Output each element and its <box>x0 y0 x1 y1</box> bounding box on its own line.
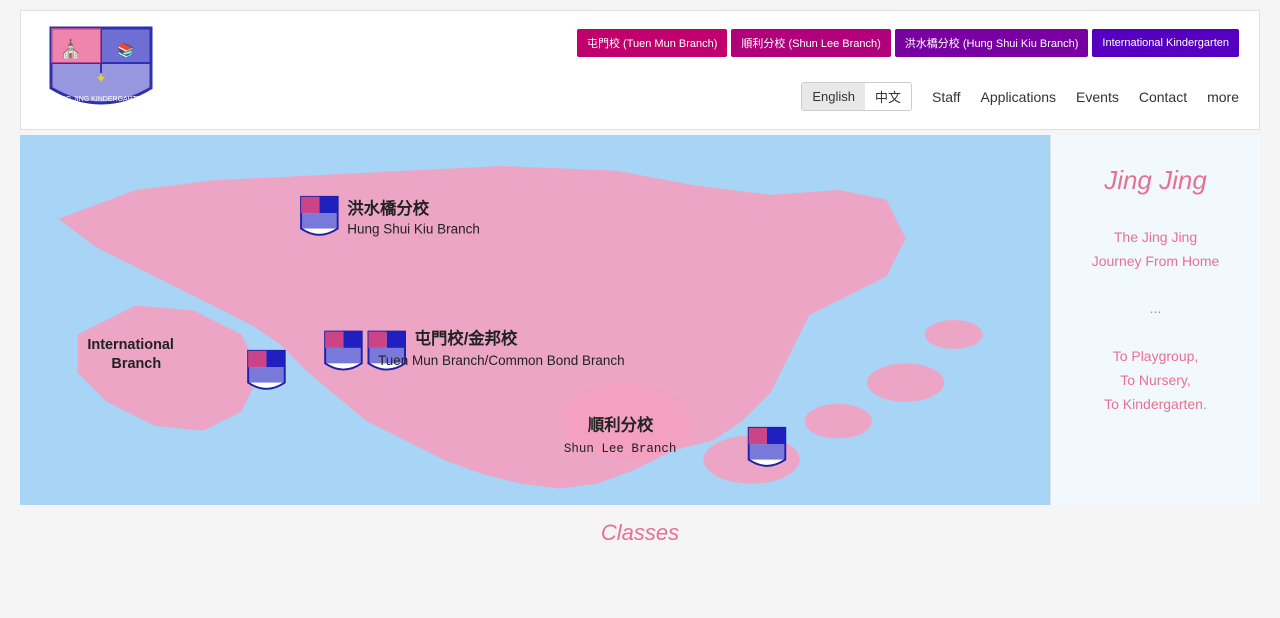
classes-title: Classes <box>15 520 1265 546</box>
logo-area: ⛪ 📚 JING JING KINDERGARTEN ✦ <box>41 23 301 118</box>
svg-text:順利分校: 順利分校 <box>588 416 654 435</box>
chinese-lang-button[interactable]: 中文 <box>865 83 911 110</box>
shun-lee-button[interactable]: 順利分校 (Shun Lee Branch) <box>731 29 890 57</box>
header: ⛪ 📚 JING JING KINDERGARTEN ✦ 屯門校 (Tuen M… <box>20 10 1260 130</box>
svg-text:Branch: Branch <box>111 356 161 372</box>
applications-nav-link[interactable]: Applications <box>981 89 1057 105</box>
svg-text:屯門校/金邦校: 屯門校/金邦校 <box>415 329 518 348</box>
svg-text:⛪: ⛪ <box>60 38 82 59</box>
more-nav-link[interactable]: more <box>1207 89 1239 105</box>
language-toggle[interactable]: English 中文 <box>801 82 912 111</box>
hung-shui-kiu-button[interactable]: 洪水橋分校 (Hung Shui Kiu Branch) <box>895 29 1089 57</box>
classes-section: Classes <box>0 505 1280 561</box>
english-lang-button[interactable]: English <box>802 83 865 110</box>
svg-text:洪水橋分校: 洪水橋分校 <box>347 199 429 218</box>
events-nav-link[interactable]: Events <box>1076 89 1119 105</box>
map-svg: 洪水橋分校 Hung Shui Kiu Branch 屯門校/金邦校 Tuen … <box>20 135 1050 505</box>
side-panel-title: Jing Jing <box>1104 165 1207 196</box>
map-section: 洪水橋分校 Hung Shui Kiu Branch 屯門校/金邦校 Tuen … <box>20 135 1260 505</box>
nav-links: Staff Applications Events Contact more <box>932 89 1239 105</box>
map-container: 洪水橋分校 Hung Shui Kiu Branch 屯門校/金邦校 Tuen … <box>20 135 1050 505</box>
svg-text:International: International <box>87 337 174 353</box>
international-button[interactable]: International Kindergarten <box>1092 29 1239 57</box>
svg-text:✦: ✦ <box>95 70 107 86</box>
branch-buttons: 屯門校 (Tuen Mun Branch) 順利分校 (Shun Lee Bra… <box>577 29 1239 57</box>
school-logo: ⛪ 📚 JING JING KINDERGARTEN ✦ <box>41 23 161 118</box>
side-panel-text: The Jing Jing Journey From Home ... To P… <box>1092 226 1220 416</box>
svg-text:Shun Lee Branch: Shun Lee Branch <box>564 442 677 456</box>
svg-text:📚: 📚 <box>117 42 134 59</box>
side-panel: Jing Jing The Jing Jing Journey From Hom… <box>1050 135 1260 505</box>
svg-text:Hung Shui Kiu Branch: Hung Shui Kiu Branch <box>347 221 480 236</box>
tuen-mun-button[interactable]: 屯門校 (Tuen Mun Branch) <box>577 29 727 57</box>
svg-text:Tuen Mun Branch/Common Bond Br: Tuen Mun Branch/Common Bond Branch <box>378 353 625 368</box>
contact-nav-link[interactable]: Contact <box>1139 89 1187 105</box>
nav-area: English 中文 Staff Applications Events Con… <box>801 82 1239 111</box>
svg-text:JING JING KINDERGARTEN: JING JING KINDERGARTEN <box>55 96 146 103</box>
staff-nav-link[interactable]: Staff <box>932 89 961 105</box>
